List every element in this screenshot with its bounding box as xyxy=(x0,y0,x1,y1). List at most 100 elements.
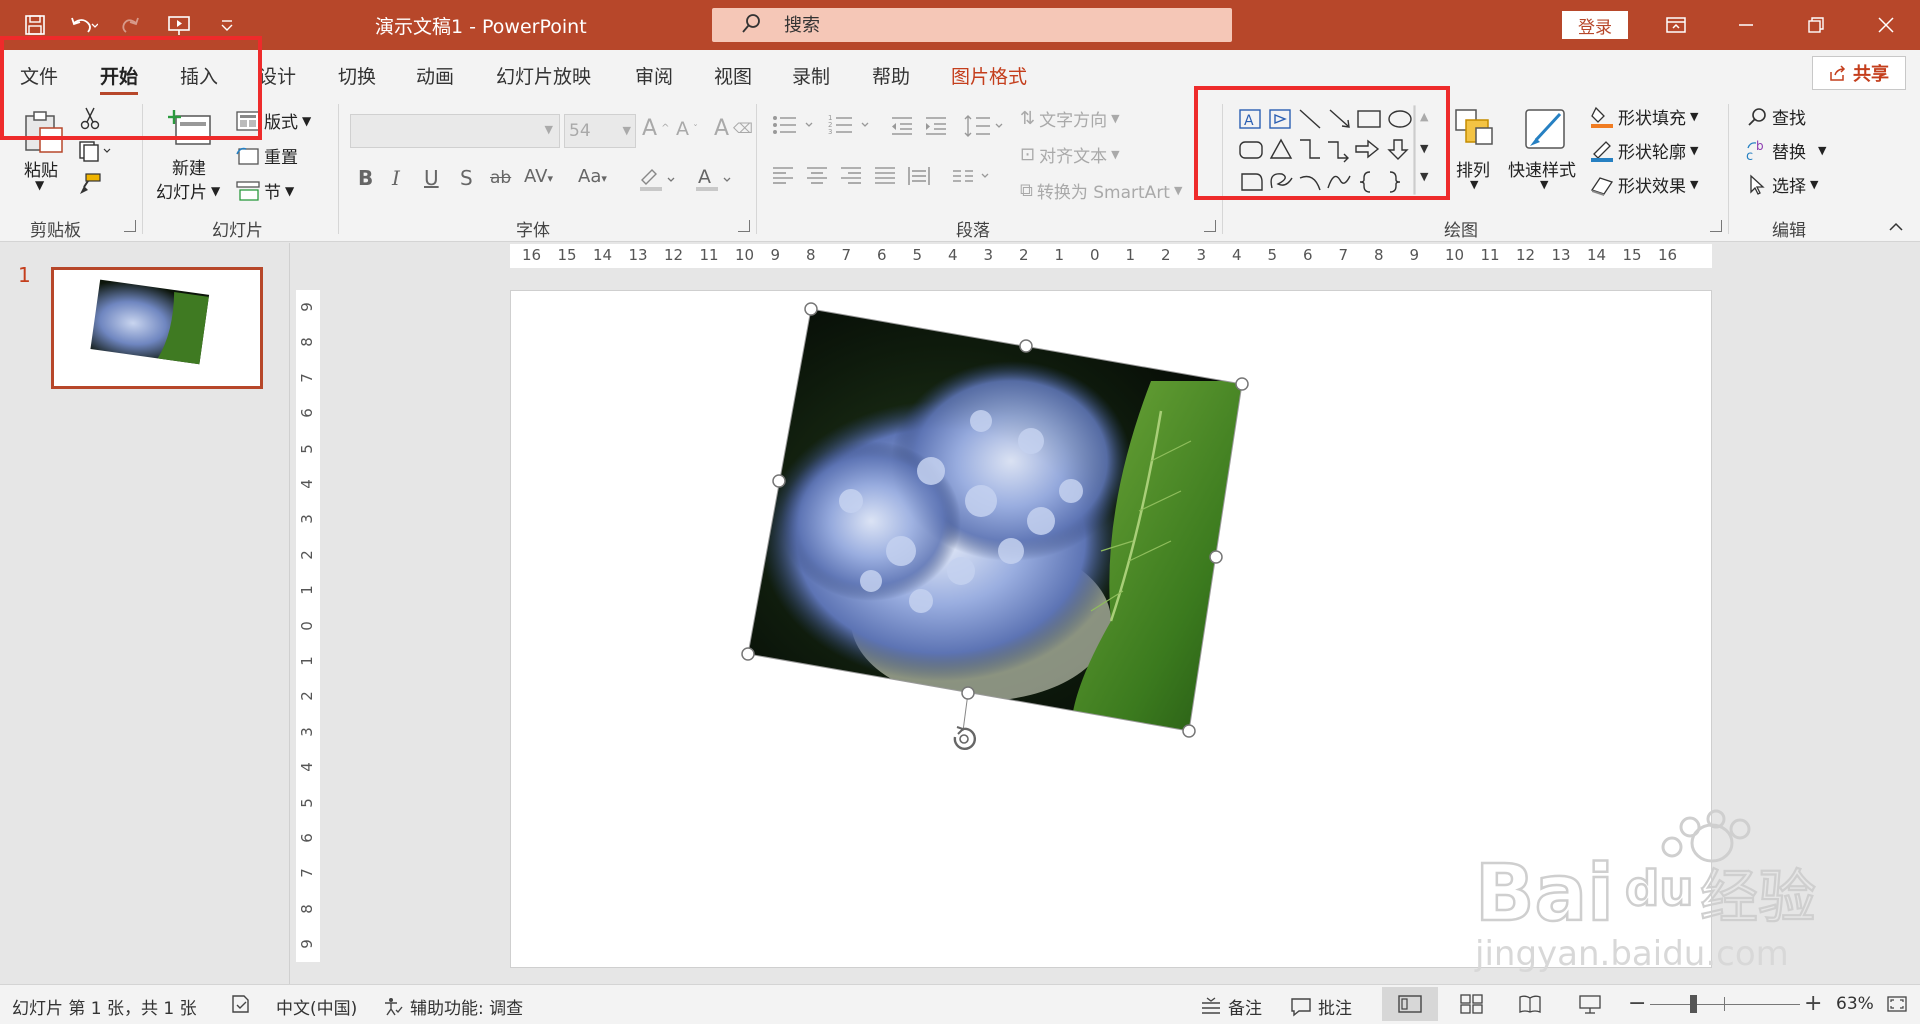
convert-smartart-button[interactable]: ⧉ 转换为 SmartArt ▼ xyxy=(1020,178,1182,203)
align-text-button[interactable]: ⊡ 对齐文本 ▼ xyxy=(1020,142,1120,167)
find-button[interactable]: 查找 xyxy=(1746,104,1806,129)
search-input[interactable] xyxy=(784,12,1204,38)
copy-icon[interactable] xyxy=(78,140,112,162)
font-name-combobox[interactable]: ▼ xyxy=(350,114,560,148)
horizontal-ruler: 16 15 14 13 12 11 10 9 8 7 6 5 4 3 2 1 0 1 2 3 4 5 6 7 8 9 10 11 12 1… xyxy=(510,244,1712,268)
zoom-in-icon[interactable]: + xyxy=(1804,991,1822,1016)
tab-design[interactable]: 设计 xyxy=(258,62,296,89)
font-color-icon[interactable]: A xyxy=(694,166,734,197)
line-spacing-icon[interactable] xyxy=(964,114,1006,138)
increase-font-size-icon[interactable]: A ^ xyxy=(642,116,669,141)
new-slide-button[interactable]: 幻灯片 ▼ xyxy=(156,178,220,203)
italic-icon[interactable]: I xyxy=(392,166,400,190)
notes-label: 备注 xyxy=(1228,999,1262,1019)
arrange-icon[interactable] xyxy=(1452,106,1498,154)
rotate-handle-icon[interactable] xyxy=(953,726,977,751)
paste-dropdown-icon[interactable]: ▼ xyxy=(35,178,44,192)
tab-picture-format[interactable]: 图片格式 xyxy=(951,62,1027,89)
ruler-tick-label: 1 xyxy=(297,656,316,666)
font-size-combobox[interactable]: 54 ▼ xyxy=(564,114,636,148)
search-box[interactable] xyxy=(712,8,1232,42)
reset-label: 重置 xyxy=(264,148,298,168)
text-shadow-icon[interactable]: S xyxy=(460,166,473,190)
shape-outline-button[interactable]: 形状轮廓 ▼ xyxy=(1590,138,1698,163)
tab-slideshow[interactable]: 幻灯片放映 xyxy=(496,62,591,89)
underline-icon[interactable]: U xyxy=(424,166,439,190)
font-launcher-icon[interactable] xyxy=(738,220,750,232)
collapse-ribbon-icon[interactable] xyxy=(1888,220,1904,232)
group-label-clipboard: 剪贴板 xyxy=(30,221,81,241)
decrease-indent-icon[interactable] xyxy=(890,116,914,136)
picture[interactable] xyxy=(747,308,1271,751)
slide-thumbnail[interactable] xyxy=(51,267,263,389)
login-button[interactable]: 登录 xyxy=(1562,11,1628,39)
distribute-icon[interactable] xyxy=(908,166,930,186)
paragraph-launcher-icon[interactable] xyxy=(1204,220,1216,232)
fit-slide-icon[interactable] xyxy=(1886,994,1908,1019)
quick-styles-icon[interactable] xyxy=(1522,106,1572,156)
chevron-down-icon: ▼ xyxy=(1690,178,1699,191)
slide-counter[interactable]: 幻灯片 第 1 张，共 1 张 xyxy=(12,994,197,1019)
slide-sorter-icon[interactable] xyxy=(1460,994,1484,1019)
align-text-label: 对齐文本 xyxy=(1039,147,1108,167)
bold-icon[interactable]: B xyxy=(358,166,373,190)
chevron-down-icon[interactable]: ▼ xyxy=(1540,178,1548,191)
smartart-label: 转换为 SmartArt xyxy=(1036,183,1170,203)
accessibility-button[interactable]: 辅助功能: 调查 xyxy=(382,994,523,1019)
numbering-icon[interactable]: 123 xyxy=(828,114,874,136)
highlight-color-icon[interactable] xyxy=(638,166,678,197)
share-button[interactable]: 共享 xyxy=(1812,56,1906,90)
slideshow-view-icon[interactable] xyxy=(1578,994,1602,1019)
section-button[interactable]: 节 ▼ xyxy=(236,178,294,203)
ruler-tick-label: 15 xyxy=(1622,246,1642,264)
comments-button[interactable]: 批注 xyxy=(1290,994,1352,1019)
tab-view[interactable]: 视图 xyxy=(714,62,752,89)
close-icon[interactable] xyxy=(1856,8,1916,42)
normal-view-icon[interactable] xyxy=(1382,987,1438,1021)
reset-button[interactable]: 重置 xyxy=(236,143,298,168)
increase-indent-icon[interactable] xyxy=(924,116,948,136)
zoom-slider-track[interactable] xyxy=(1650,1004,1800,1005)
zoom-level[interactable]: 63% xyxy=(1836,994,1874,1014)
tab-help[interactable]: 帮助 xyxy=(872,62,910,89)
columns-icon[interactable] xyxy=(952,166,994,186)
align-center-icon[interactable] xyxy=(806,166,828,186)
notes-button[interactable]: 备注 xyxy=(1200,994,1262,1019)
tab-record[interactable]: 录制 xyxy=(792,62,830,89)
restore-icon[interactable] xyxy=(1786,8,1846,42)
character-spacing-icon[interactable]: AV▾ xyxy=(524,166,553,187)
tab-review[interactable]: 审阅 xyxy=(635,62,673,89)
select-button[interactable]: 选择 ▼ xyxy=(1746,172,1818,197)
drawing-launcher-icon[interactable] xyxy=(1710,220,1722,232)
vertical-ruler: 9 8 7 6 5 4 3 2 1 0 1 2 3 4 5 6 7 8 9 xyxy=(296,290,320,962)
change-case-icon[interactable]: Aa▾ xyxy=(578,166,607,187)
new-slide-label-1[interactable]: 新建 xyxy=(172,154,206,179)
zoom-slider-center-mark xyxy=(1724,997,1725,1011)
tab-animations[interactable]: 动画 xyxy=(416,62,454,89)
chevron-down-icon: ▼ xyxy=(285,183,295,198)
zoom-out-icon[interactable]: − xyxy=(1628,991,1646,1016)
justify-icon[interactable] xyxy=(874,166,896,186)
strikethrough-icon[interactable]: ab xyxy=(490,168,511,188)
align-right-icon[interactable] xyxy=(840,166,862,186)
zoom-slider-thumb[interactable] xyxy=(1690,995,1697,1013)
shape-effects-button[interactable]: 形状效果 ▼ xyxy=(1590,172,1698,197)
ruler-tick-label: 6 xyxy=(877,246,887,264)
language-indicator[interactable]: 中文(中国) xyxy=(276,994,357,1019)
clipboard-launcher-icon[interactable] xyxy=(124,220,136,232)
minimize-icon[interactable] xyxy=(1716,8,1776,42)
replace-button[interactable]: cb 替换 ▼ xyxy=(1746,138,1826,164)
spell-check-icon[interactable] xyxy=(230,994,252,1019)
bullets-icon[interactable] xyxy=(772,114,818,136)
clear-formatting-icon[interactable]: A ⌫ xyxy=(714,116,753,141)
align-left-icon[interactable] xyxy=(772,166,794,186)
decrease-font-size-icon[interactable]: Aˇ xyxy=(676,118,698,140)
reading-view-icon[interactable] xyxy=(1518,994,1542,1019)
format-painter-icon[interactable] xyxy=(78,172,102,196)
tab-transitions[interactable]: 切换 xyxy=(338,62,376,89)
chevron-down-icon[interactable]: ▼ xyxy=(1470,178,1478,191)
shape-fill-label: 形状填充 xyxy=(1618,109,1686,129)
text-direction-button[interactable]: ⇅ 文字方向 ▼ xyxy=(1020,106,1120,131)
shape-fill-button[interactable]: 形状填充 ▼ xyxy=(1590,104,1698,129)
ribbon-display-options-icon[interactable] xyxy=(1646,8,1706,42)
